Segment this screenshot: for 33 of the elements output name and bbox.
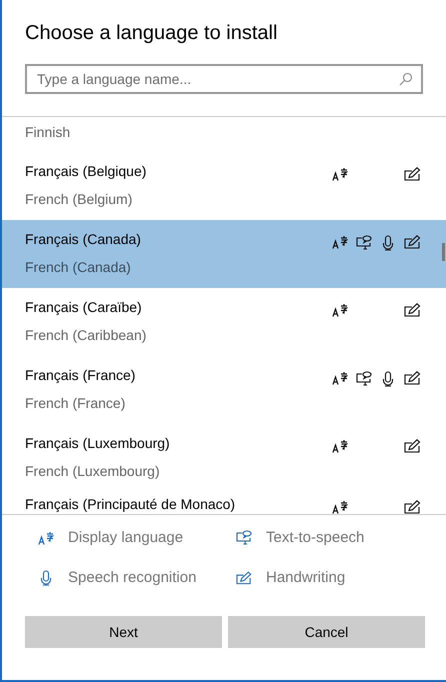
- language-name: Français (Belgique): [25, 163, 148, 180]
- language-item[interactable]: Français (Principauté de Monaco): [2, 492, 446, 514]
- language-item[interactable]: Français (Belgique) French (Belgium): [2, 152, 446, 220]
- language-item[interactable]: Français (Canada) French (Canada): [2, 220, 446, 288]
- language-name: Français (Canada): [25, 231, 142, 248]
- dialog-button[interactable]: Next: [25, 616, 222, 648]
- pen-icon: [236, 570, 252, 584]
- character-icon: [38, 530, 54, 544]
- language-name: Français (Luxembourg): [25, 435, 171, 452]
- monitor-speech-icon: [236, 530, 252, 545]
- scrollbar-thumb[interactable]: [442, 243, 445, 261]
- language-english-name: French (Caribbean): [25, 327, 148, 344]
- legend-label: Display language: [68, 529, 184, 546]
- language-english-name: French (Luxembourg): [25, 463, 161, 480]
- language-item[interactable]: Français (Caraïbe) French (Caribbean): [2, 288, 446, 356]
- language-name: Français (Caraïbe): [25, 299, 143, 316]
- language-english-name: French (Canada): [25, 259, 132, 276]
- language-english-name: French (Belgium): [25, 191, 134, 208]
- language-item[interactable]: Français (Luxembourg) French (Luxembourg): [2, 424, 446, 492]
- language-english-name: French (France): [25, 395, 126, 412]
- legend-label: Handwriting: [266, 569, 346, 586]
- dialog-button[interactable]: Cancel: [228, 616, 425, 648]
- language-item[interactable]: Français (France) French (France): [2, 356, 446, 424]
- legend-label: Text-to-speech: [266, 529, 364, 546]
- microphone-icon: [38, 570, 54, 586]
- search-field[interactable]: Type a language name...: [25, 64, 423, 94]
- search-icon: [399, 72, 413, 86]
- dialog-title: Choose a language to install: [25, 21, 278, 46]
- language-name: Français (France): [25, 367, 136, 384]
- language-item[interactable]: Finnish: [2, 117, 446, 152]
- legend-label: Speech recognition: [68, 569, 196, 586]
- language-name: Français (Principauté de Monaco): [25, 496, 236, 513]
- language-english-name: Finnish: [25, 124, 72, 141]
